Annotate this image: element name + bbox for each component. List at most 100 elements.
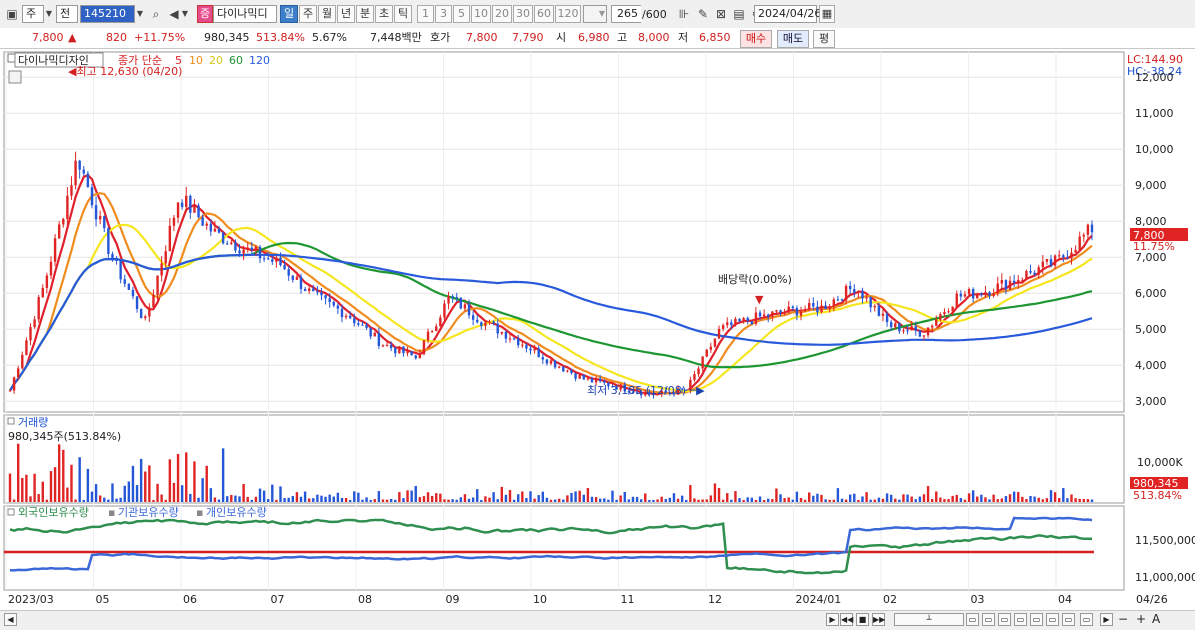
period-month-button[interactable]: 월: [318, 5, 336, 23]
candle-body: [1008, 280, 1012, 290]
date-tick-label: 04: [1058, 593, 1072, 606]
candle-body: [410, 351, 413, 356]
volume-bar: [176, 453, 180, 502]
candle-type-icon[interactable]: ⊪: [676, 6, 692, 22]
bar-count-input[interactable]: 265: [611, 5, 641, 23]
volume-bar: [1078, 498, 1081, 502]
scroll-right-icon[interactable]: ▶: [1100, 613, 1113, 626]
search-icon[interactable]: ⌕: [148, 6, 164, 22]
volume-bar: [98, 495, 102, 502]
date-input[interactable]: 2024/04/26: [754, 5, 821, 23]
volume-bar: [287, 497, 290, 502]
view-4-icon[interactable]: ▭: [1014, 613, 1027, 626]
interval-3-button[interactable]: 3: [435, 5, 452, 23]
interval-120-button[interactable]: 120: [555, 5, 581, 23]
view-3-icon[interactable]: ▭: [998, 613, 1011, 626]
price-panel[interactable]: [3, 51, 1125, 413]
candle-body: [57, 224, 61, 239]
scroll-start-icon[interactable]: ▶: [826, 613, 839, 626]
candle-body: [344, 315, 348, 318]
ask-price: 7,800: [466, 31, 498, 44]
volume-bar: [193, 461, 196, 502]
period-second-button[interactable]: 초: [375, 5, 393, 23]
candle-body: [176, 202, 180, 218]
calendar-icon[interactable]: ▦: [819, 5, 835, 23]
draw-tool-icon[interactable]: ✎: [695, 6, 711, 22]
price-tick-label: 12,000: [1135, 71, 1174, 84]
eval-button[interactable]: 평: [813, 30, 835, 48]
volume-label: 거래량: [18, 416, 48, 429]
candle-body: [443, 303, 446, 318]
candle-body: [754, 312, 758, 324]
candle-body: [328, 298, 331, 302]
candle-body: [201, 217, 204, 226]
candle-body: [521, 344, 524, 346]
stock-code-input[interactable]: 145210: [80, 5, 135, 23]
zoom-slider[interactable]: ┴: [894, 613, 964, 626]
volume-bar: [41, 481, 44, 502]
candle-body: [226, 243, 229, 245]
save-icon[interactable]: ▤: [731, 6, 747, 22]
auto-scale-icon[interactable]: A: [1152, 612, 1160, 626]
volume-bar: [283, 498, 286, 502]
view-5-icon[interactable]: ▭: [1030, 613, 1043, 626]
market-type-select[interactable]: 주: [22, 5, 44, 23]
sell-button[interactable]: 매도: [777, 30, 809, 48]
volume-bar: [685, 499, 688, 502]
interval-1-button[interactable]: 1: [417, 5, 434, 23]
window-menu-icon[interactable]: ▣: [4, 6, 20, 22]
grid-toggle-icon[interactable]: [8, 70, 22, 84]
candle-body: [287, 269, 290, 276]
period-day-button[interactable]: 일: [280, 5, 298, 23]
period-year-button[interactable]: 년: [337, 5, 355, 23]
view-1-icon[interactable]: ▭: [966, 613, 979, 626]
crosshair-icon[interactable]: ⊠: [713, 6, 729, 22]
interval-60-button[interactable]: 60: [534, 5, 554, 23]
low-label: 저: [678, 31, 689, 44]
volume-bar: [750, 497, 754, 502]
candle-body: [1037, 267, 1040, 275]
volume-bar: [209, 488, 213, 502]
interval-30-button[interactable]: 30: [513, 5, 533, 23]
candle-body: [94, 205, 98, 220]
code-dropdown-icon[interactable]: ▼: [135, 6, 145, 22]
interval-5-button[interactable]: 5: [453, 5, 470, 23]
period-week-button[interactable]: 주: [299, 5, 317, 23]
candle-body: [152, 294, 155, 308]
volume-bar: [49, 471, 53, 502]
fast-forward-icon[interactable]: ▶▶: [872, 613, 885, 626]
period-minute-button[interactable]: 분: [356, 5, 374, 23]
view-7-icon[interactable]: ▭: [1062, 613, 1075, 626]
scope-select[interactable]: 전: [56, 5, 78, 23]
view-6-icon[interactable]: ▭: [1046, 613, 1059, 626]
volume-panel[interactable]: [3, 414, 1125, 504]
volume-bar: [603, 498, 606, 502]
candle-body: [398, 346, 401, 354]
chevron-down-icon-2[interactable]: ▼: [180, 6, 190, 22]
candle-body: [488, 321, 491, 323]
zoom-out-icon[interactable]: −: [1118, 612, 1128, 626]
volume-bar: [861, 496, 864, 502]
volume-bar: [1029, 495, 1032, 502]
view-8-icon[interactable]: ▭: [1080, 613, 1093, 626]
interval-20-button[interactable]: 20: [492, 5, 512, 23]
zoom-in-icon[interactable]: +: [1136, 612, 1146, 626]
candle-body: [86, 173, 90, 188]
candle-body: [414, 355, 417, 359]
buy-button[interactable]: 매수: [740, 30, 772, 48]
interval-dropdown-icon[interactable]: ▼: [597, 6, 607, 22]
candle-body: [582, 374, 585, 380]
candle-body: [455, 297, 458, 299]
rewind-icon[interactable]: ◀◀: [840, 613, 853, 626]
view-2-icon[interactable]: ▭: [982, 613, 995, 626]
scroll-left-icon[interactable]: ◀: [4, 613, 17, 626]
interval-10-button[interactable]: 10: [471, 5, 491, 23]
high-label: 고: [617, 31, 628, 44]
chevron-down-icon[interactable]: ▼: [44, 6, 54, 22]
volume-bar: [689, 485, 692, 502]
volume-bar: [672, 493, 676, 502]
stop-icon[interactable]: ■: [856, 613, 869, 626]
period-tick-button[interactable]: 틱: [394, 5, 412, 23]
candle-body: [1053, 255, 1057, 266]
chart-area[interactable]: 다이나믹디자인 종가 단순 5 10 20 60 120 ◀최고 12,630 …: [0, 50, 1195, 610]
